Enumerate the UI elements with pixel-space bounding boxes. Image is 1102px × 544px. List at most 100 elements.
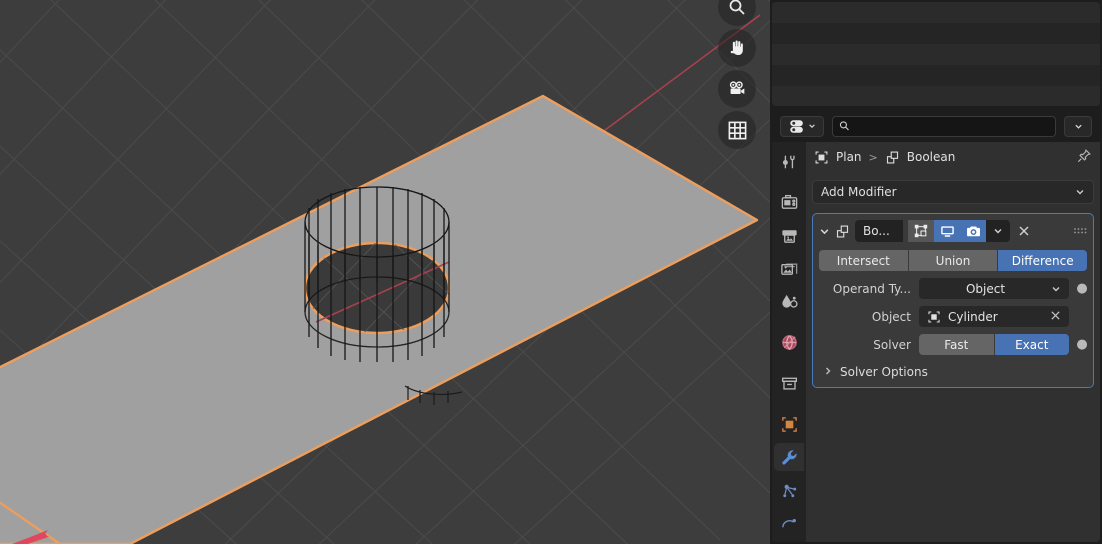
sidebar-item-world[interactable] xyxy=(774,329,804,357)
properties-header xyxy=(772,110,1100,142)
sidebar-item-modifiers[interactable] xyxy=(774,443,804,472)
3d-viewport[interactable] xyxy=(0,0,770,544)
modifier-extras-dropdown[interactable] xyxy=(986,220,1010,242)
render-toggle[interactable] xyxy=(960,220,986,242)
chevron-down-icon xyxy=(994,229,1002,234)
operand-type-row: Operand Ty... Object ● xyxy=(819,278,1088,299)
sidebar-item-particles[interactable] xyxy=(774,476,804,504)
render-camera-icon xyxy=(781,195,797,210)
sidebar-item-collection[interactable] xyxy=(774,369,804,397)
chevron-down-icon xyxy=(1074,124,1082,129)
add-modifier-label: Add Modifier xyxy=(821,185,897,199)
expand-collapse-icon[interactable] xyxy=(819,226,830,237)
chevron-down-icon xyxy=(1076,190,1084,195)
solver-option-exact[interactable]: Exact xyxy=(994,334,1069,355)
modifier-display-toggles xyxy=(908,220,1010,242)
close-icon xyxy=(1019,226,1029,235)
boolean-modifier-card: Bo... Intersect Union Difference Operand… xyxy=(812,213,1094,388)
modifier-name-text: Bo... xyxy=(863,224,890,238)
blender-window: Plan > Boolean Add Modifier Bo... Inters… xyxy=(0,0,1102,544)
solver-options-section[interactable]: Solver Options xyxy=(819,365,1087,379)
breadcrumb-object-name[interactable]: Plan xyxy=(836,150,862,164)
outliner-row xyxy=(772,86,1100,106)
animate-property-dot[interactable]: ● xyxy=(1076,338,1087,351)
tool-icon xyxy=(782,155,795,169)
outliner-row xyxy=(772,23,1100,44)
editor-type-selector[interactable] xyxy=(780,115,824,137)
sidebar-item-scene[interactable] xyxy=(774,288,804,316)
operand-type-label: Operand Ty... xyxy=(832,281,911,296)
object-data-icon xyxy=(928,310,940,323)
zoom-icon[interactable] xyxy=(718,0,756,26)
pin-icon[interactable] xyxy=(1076,148,1092,167)
filter-dropdown-button[interactable] xyxy=(1064,115,1092,137)
grid-icon[interactable] xyxy=(718,111,756,149)
viewport-canvas xyxy=(0,0,770,544)
operation-option-difference[interactable]: Difference xyxy=(998,250,1088,271)
physics-icon xyxy=(781,518,796,527)
edit-mode-toggle[interactable] xyxy=(908,220,934,242)
object-icon xyxy=(781,417,797,432)
camera-icon[interactable] xyxy=(718,70,756,108)
sidebar-item-tool[interactable] xyxy=(774,148,804,176)
particles-icon xyxy=(782,484,796,497)
chevron-down-icon xyxy=(1052,286,1060,291)
collection-box-icon xyxy=(781,377,797,390)
clear-object-button[interactable] xyxy=(1050,310,1061,324)
object-label: Object xyxy=(871,309,911,324)
search-input[interactable] xyxy=(855,119,1049,133)
close-icon xyxy=(1051,310,1060,320)
operand-type-value: Object xyxy=(965,281,1006,296)
sidebar-item-render[interactable] xyxy=(774,189,804,217)
modifier-properties-panel: Plan > Boolean Add Modifier Bo... Inters… xyxy=(806,142,1100,542)
view-layer-icon xyxy=(780,263,797,276)
solver-label: Solver xyxy=(873,337,911,352)
modifier-header: Bo... xyxy=(819,220,1087,242)
operation-option-intersect[interactable]: Intersect xyxy=(819,250,909,271)
properties-tab-strip xyxy=(772,142,806,542)
sidebar-item-view-layer[interactable] xyxy=(774,255,804,283)
sidebar-item-output[interactable] xyxy=(774,222,804,250)
printer-icon xyxy=(781,230,797,244)
object-value: Cylinder xyxy=(948,309,998,324)
object-field[interactable]: Cylinder xyxy=(919,306,1069,327)
solver-segmented-control: Fast Exact xyxy=(919,334,1069,355)
add-modifier-button[interactable]: Add Modifier xyxy=(812,180,1094,204)
operation-option-union[interactable]: Union xyxy=(908,250,999,271)
breadcrumb: Plan > Boolean xyxy=(812,142,1094,172)
solver-row: Solver Fast Exact ● xyxy=(819,334,1088,355)
breadcrumb-modifier-name[interactable]: Boolean xyxy=(907,150,956,164)
right-panel-column: Plan > Boolean Add Modifier Bo... Inters… xyxy=(770,0,1102,544)
outliner-row xyxy=(772,2,1100,23)
modifier-name-field[interactable]: Bo... xyxy=(855,220,903,242)
search-input-wrapper[interactable] xyxy=(832,115,1056,137)
hand-icon[interactable] xyxy=(718,29,756,67)
animate-property-dot[interactable]: ● xyxy=(1076,282,1087,295)
sidebar-item-object[interactable] xyxy=(774,410,804,438)
object-data-icon xyxy=(815,151,828,163)
outliner[interactable] xyxy=(772,2,1100,106)
realtime-display-toggle[interactable] xyxy=(934,220,960,242)
grip-dots-icon xyxy=(1074,227,1087,233)
chevron-right-icon xyxy=(823,365,833,379)
display-icon xyxy=(940,225,954,237)
outliner-row xyxy=(772,65,1100,86)
scene-icon xyxy=(781,294,798,308)
breadcrumb-separator: > xyxy=(868,150,878,164)
viewport-gizmo-column xyxy=(718,0,758,149)
camera-icon xyxy=(966,225,980,236)
solver-options-label: Solver Options xyxy=(840,365,928,379)
outliner-row xyxy=(772,44,1100,65)
edit-mode-icon xyxy=(914,224,928,238)
boolean-modifier-icon xyxy=(835,224,850,239)
operand-type-dropdown[interactable]: Object xyxy=(919,278,1069,299)
operation-segmented-control: Intersect Union Difference xyxy=(819,250,1088,271)
boolean-modifier-icon xyxy=(886,151,898,163)
solver-option-fast[interactable]: Fast xyxy=(919,334,995,355)
sidebar-item-physics[interactable] xyxy=(774,509,804,537)
world-globe-icon xyxy=(781,335,797,351)
drag-handle-icon[interactable] xyxy=(1073,222,1087,241)
object-row: Object Cylinder xyxy=(819,306,1087,327)
search-icon xyxy=(839,121,849,131)
remove-modifier-button[interactable] xyxy=(1018,222,1030,241)
